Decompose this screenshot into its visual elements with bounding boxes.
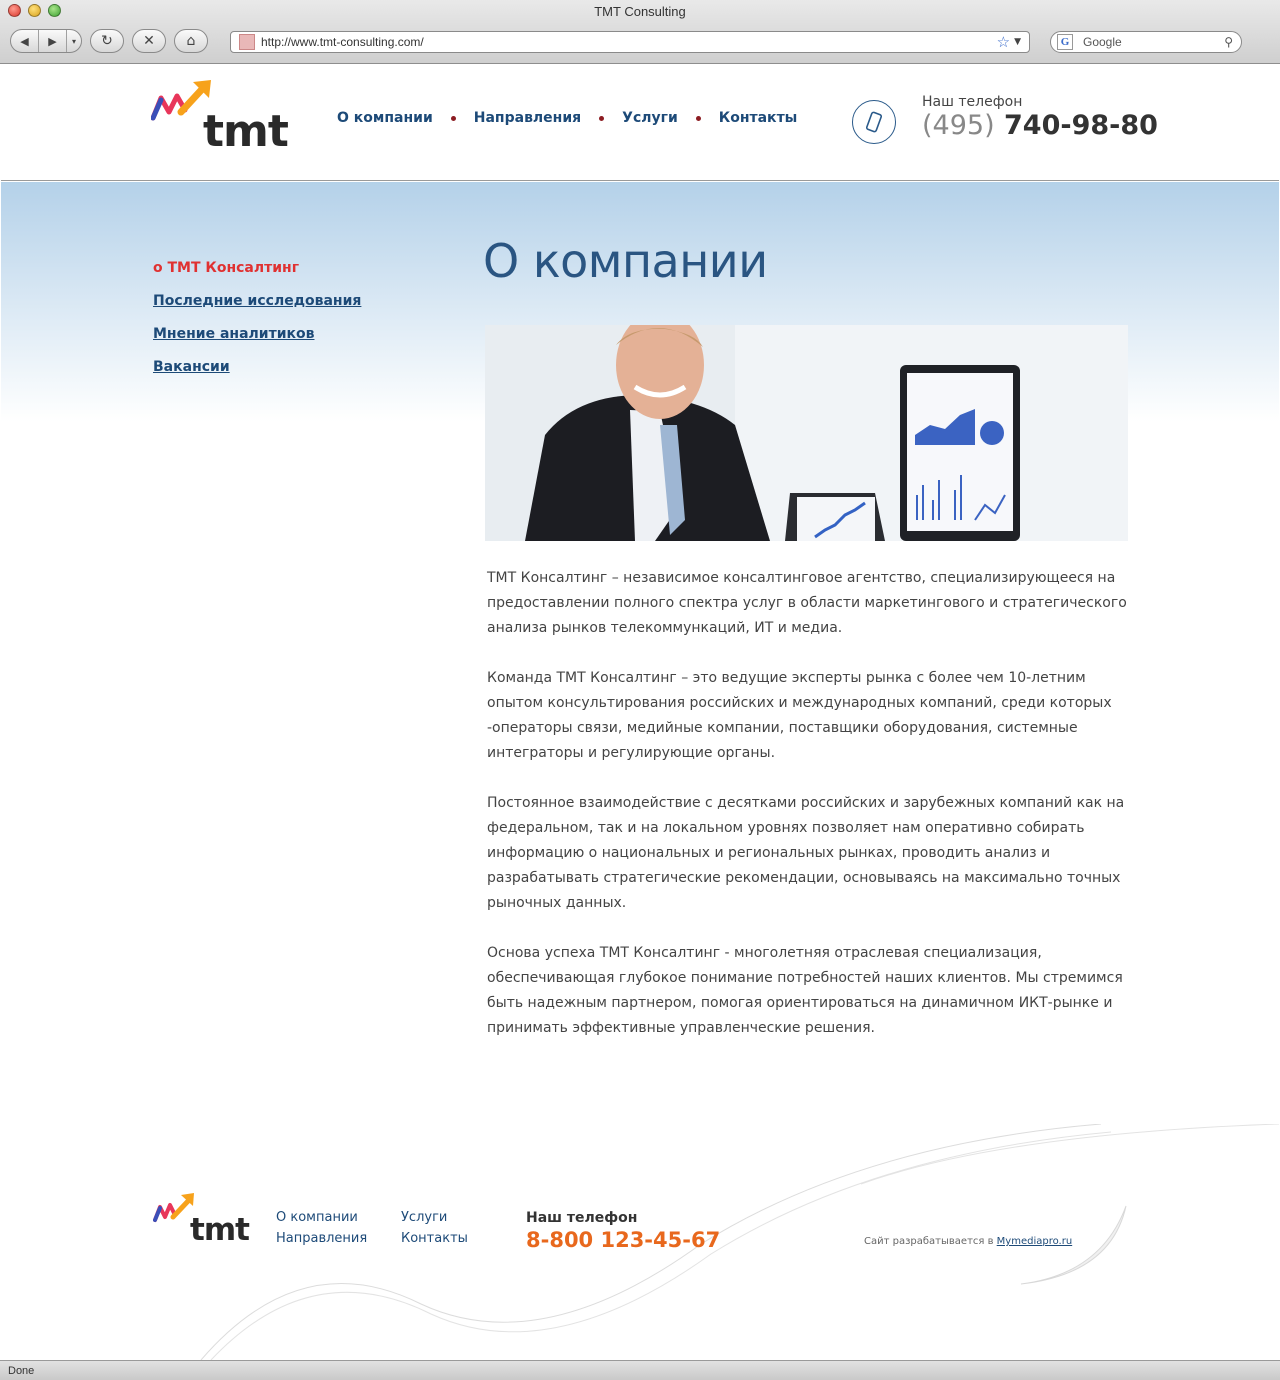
sidebar-item-vacancies[interactable]: Вакансии [153,359,361,375]
chevron-down-icon[interactable]: ▼ [1014,37,1021,47]
chevron-down-icon: ▾ [71,36,76,46]
nav-separator [599,115,605,121]
back-button[interactable]: ◀ [11,30,39,52]
developer-link[interactable]: Mymediapro.ru [997,1236,1073,1247]
home-icon: ⌂ [186,33,196,49]
phone-label: Наш телефон [922,94,1023,110]
developer-credit-text: Сайт разрабатывается в [864,1236,997,1247]
about-paragraph: ТМТ Консалтинг – независимое консалтинго… [487,570,1127,636]
phone-code: (495) [922,110,995,141]
search-bar[interactable]: G Google ⚲ [1050,31,1242,53]
search-input[interactable]: Google [1083,35,1224,49]
forward-button[interactable]: ▶ [39,30,67,52]
phone-number: (495) 740-98-80 [922,110,1158,141]
main-nav: О компании Направления Услуги Контакты [337,110,797,126]
footer-link-about[interactable]: О компании [276,1210,401,1225]
search-icon[interactable]: ⚲ [1224,35,1233,49]
url-text[interactable]: http://www.tmt-consulting.com/ [261,35,997,49]
address-bar[interactable]: http://www.tmt-consulting.com/ ☆ ▼ [230,31,1030,53]
footer-phone-number: 8-800 123-45-67 [526,1228,721,1252]
developer-credit: Сайт разрабатывается в Mymediapro.ru [864,1236,1072,1247]
site-header: tmt О компании Направления Услуги Контак… [1,64,1279,181]
footer-link-services[interactable]: Услуги [401,1210,521,1225]
about-paragraph: Команда ТМТ Консалтинг – это ведущие экс… [487,670,1112,761]
sidebar-nav: о ТМТ Консалтинг Последние исследования … [153,260,361,392]
bookmark-star-icon[interactable]: ☆ [997,33,1010,51]
nav-about[interactable]: О компании [337,110,433,126]
about-paragraph: Основа успеха ТМТ Консалтинг - многолетн… [487,945,1123,1036]
logo-text: tmt [203,106,289,157]
nav-services[interactable]: Услуги [622,110,678,126]
nav-separator [450,115,456,121]
reload-icon: ↻ [101,33,113,49]
nav-contacts[interactable]: Контакты [719,110,798,126]
stop-icon: ✕ [143,33,155,49]
google-icon[interactable]: G [1057,34,1073,50]
nav-directions[interactable]: Направления [474,110,581,126]
footer-link-contacts[interactable]: Контакты [401,1231,521,1246]
reload-button[interactable]: ↻ [90,29,124,53]
about-text: ТМТ Консалтинг – независимое консалтинго… [487,566,1127,1066]
web-page: tmt О компании Направления Услуги Контак… [1,64,1279,1360]
about-paragraph: Постоянное взаимодействие с десятками ро… [487,795,1125,911]
home-button[interactable]: ⌂ [174,29,208,53]
footer-logo-text: tmt [190,1212,250,1248]
forward-arrow-icon: ▶ [48,34,57,48]
sidebar-item-analyst-opinion[interactable]: Мнение аналитиков [153,326,361,342]
footer-logo[interactable]: tmt [153,1192,253,1252]
favicon-icon [239,34,255,50]
site-logo[interactable]: tmt [151,78,289,158]
status-bar: Done [0,1360,1280,1380]
browser-toolbar: TMT Consulting ◀ ▶ ▾ ↻ ✕ ⌂ http://www.tm… [0,0,1280,64]
phone-digits: 740-98-80 [1004,110,1158,141]
sidebar-item-about-tmt[interactable]: о ТМТ Консалтинг [153,260,361,276]
businessman-photo-illustration [485,325,1128,541]
browser-nav-buttons: ◀ ▶ ▾ ↻ ✕ ⌂ [10,29,208,53]
history-dropdown-button[interactable]: ▾ [67,30,81,52]
back-forward-group: ◀ ▶ ▾ [10,29,82,53]
nav-separator [695,115,701,121]
phone-icon [852,100,896,144]
footer-link-directions[interactable]: Направления [276,1231,401,1246]
stop-button[interactable]: ✕ [132,29,166,53]
sidebar-item-latest-research[interactable]: Последние исследования [153,293,361,309]
footer-phone-label: Наш телефон [526,1210,638,1226]
footer-nav: О компании Услуги Направления Контакты [276,1210,521,1246]
hero-photo [485,325,1128,541]
back-arrow-icon: ◀ [20,34,29,48]
site-footer: tmt О компании Услуги Направления Контак… [1,1124,1279,1360]
page-title: О компании [483,234,768,288]
window-title: TMT Consulting [594,4,686,19]
